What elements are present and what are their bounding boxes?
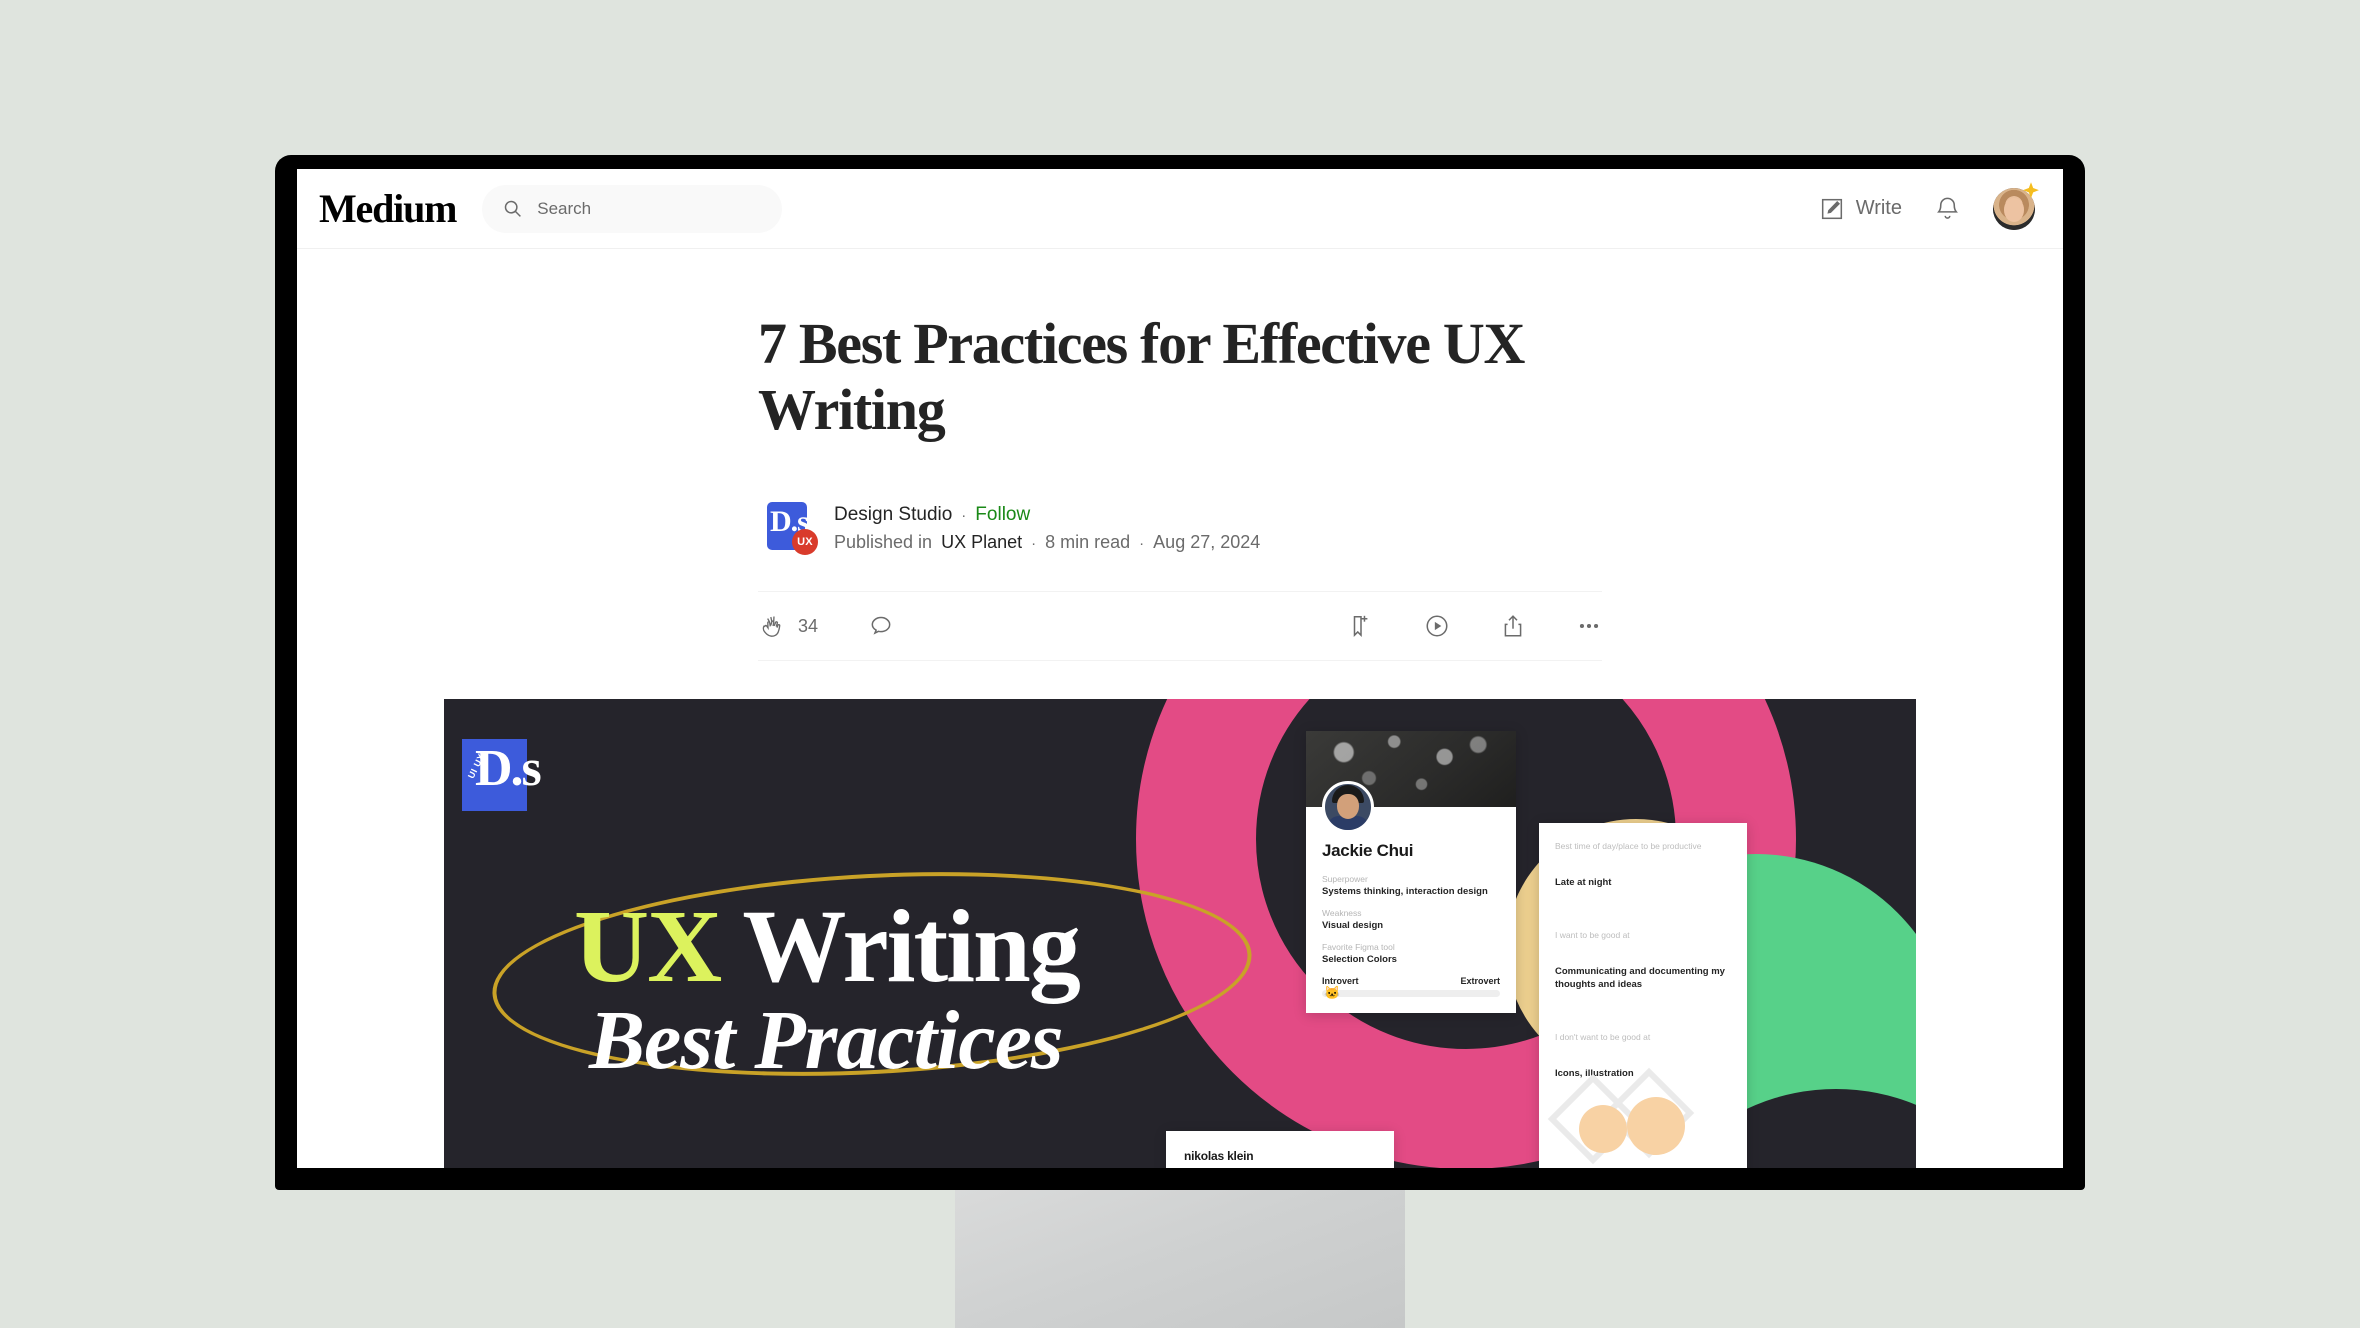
article-container: 7 Best Practices for Effective UX Writin… (297, 249, 2063, 1168)
slider-right-label: Extrovert (1460, 976, 1500, 987)
search-placeholder: Search (537, 198, 592, 218)
write-label: Write (1855, 197, 1902, 219)
field-value: Visual design (1322, 920, 1384, 932)
cat-face-emoji[interactable]: 🐱 (1324, 986, 1340, 999)
comment-button[interactable] (868, 613, 894, 639)
hero-headline-rest: Writing (720, 889, 1081, 1005)
separator-dot: · (1139, 534, 1145, 552)
article-content-column: 7 Best Practices for Effective UX Writin… (758, 311, 1602, 662)
hero-headline-ux: UX (574, 889, 722, 1005)
read-time: 8 min read (1045, 531, 1131, 552)
field-label: Weakness (1322, 908, 1362, 919)
nav-right-group: Write (1819, 181, 2039, 230)
play-circle-icon[interactable] (1424, 613, 1450, 639)
publication-avatar[interactable]: D.s UX (758, 499, 818, 557)
card-profile-photo (1322, 781, 1374, 834)
byline-meta-row: Published in UX Planet · 8 min read · Au… (834, 532, 1260, 553)
byline: D.s UX Design Studio · Follow Published … (758, 499, 1602, 557)
field-label: Best time of day/place to be productive (1555, 841, 1702, 852)
byline-text: Design Studio · Follow Published in UX P… (834, 504, 1260, 553)
separator-dot: · (961, 506, 967, 524)
personality-slider-labels: Introvert Extrovert (1322, 976, 1500, 986)
field-label: Superpower (1322, 874, 1368, 885)
ellipsis-icon[interactable] (1576, 613, 1602, 639)
pencil-square-icon (1819, 196, 1845, 222)
author-name[interactable]: Design Studio (834, 504, 952, 526)
card-decorative-graphic (1547, 1067, 1705, 1165)
follow-button[interactable]: Follow (975, 504, 1030, 526)
medium-top-navigation: Medium Search Write (297, 169, 2063, 249)
search-input[interactable]: Search (482, 184, 783, 233)
hero-headline: UX Writing (574, 895, 1081, 999)
monitor-frame: Medium Search Write 7 Best Practices for… (275, 155, 2085, 1190)
hero-subheadline: Best Practices (589, 994, 1064, 1088)
medium-logo[interactable]: Medium (319, 188, 457, 229)
bell-icon[interactable] (1934, 195, 1961, 222)
bookmark-add-icon[interactable] (1348, 613, 1374, 639)
profile-card-nikolas: nikolas klein superpower (1166, 1131, 1394, 1168)
avatar[interactable] (1993, 181, 2039, 230)
action-right-group (1348, 613, 1602, 639)
clap-count: 34 (798, 615, 819, 636)
field-value: Late at night (1555, 877, 1612, 889)
publish-date: Aug 27, 2024 (1153, 531, 1261, 552)
article-action-bar: 34 (758, 591, 1602, 662)
personality-slider-track[interactable]: 🐱 (1322, 986, 1500, 999)
write-button[interactable]: Write (1819, 196, 1902, 222)
field-label: Favorite Figma tool (1322, 942, 1395, 953)
hero-logo-monogram: D.s (475, 740, 542, 798)
hero-image: D.s UI UX UX Writing Best Practices Jack… (444, 699, 1916, 1168)
separator-dot: · (1031, 534, 1037, 552)
clap-button[interactable]: 34 (758, 613, 818, 640)
card-person-name: Jackie Chui (1322, 841, 1414, 861)
page-title: 7 Best Practices for Effective UX Writin… (758, 311, 1525, 443)
profile-card-secondary: Best time of day/place to be productive … (1539, 823, 1747, 1168)
byline-author-row: Design Studio · Follow (834, 504, 1260, 526)
sparkle-star-icon (2021, 181, 2041, 201)
monitor-screen: Medium Search Write 7 Best Practices for… (297, 169, 2063, 1168)
share-icon[interactable] (1500, 613, 1526, 639)
published-prefix: Published in (834, 531, 933, 552)
clap-icon (758, 613, 785, 640)
monitor-stand-neck (955, 1190, 1405, 1328)
field-label: I don't want to be good at (1555, 1031, 1651, 1042)
hero-brand-logo: D.s UI UX (462, 739, 542, 812)
field-value: Selection Colors (1322, 954, 1397, 966)
profile-card-jackie: Jackie Chui Superpower Systems thinking,… (1306, 731, 1516, 1014)
publication-name[interactable]: UX Planet (941, 532, 1022, 553)
card-person-name: nikolas klein (1184, 1149, 1254, 1164)
field-value: Systems thinking, interaction design (1322, 886, 1488, 898)
field-label: I want to be good at (1555, 930, 1630, 941)
ux-badge: UX (792, 529, 818, 556)
card-body: Jackie Chui Superpower Systems thinking,… (1306, 807, 1516, 1013)
card-cover-photo (1306, 731, 1516, 834)
field-value: Communicating and documenting my thought… (1555, 966, 1725, 990)
search-icon (502, 198, 523, 219)
